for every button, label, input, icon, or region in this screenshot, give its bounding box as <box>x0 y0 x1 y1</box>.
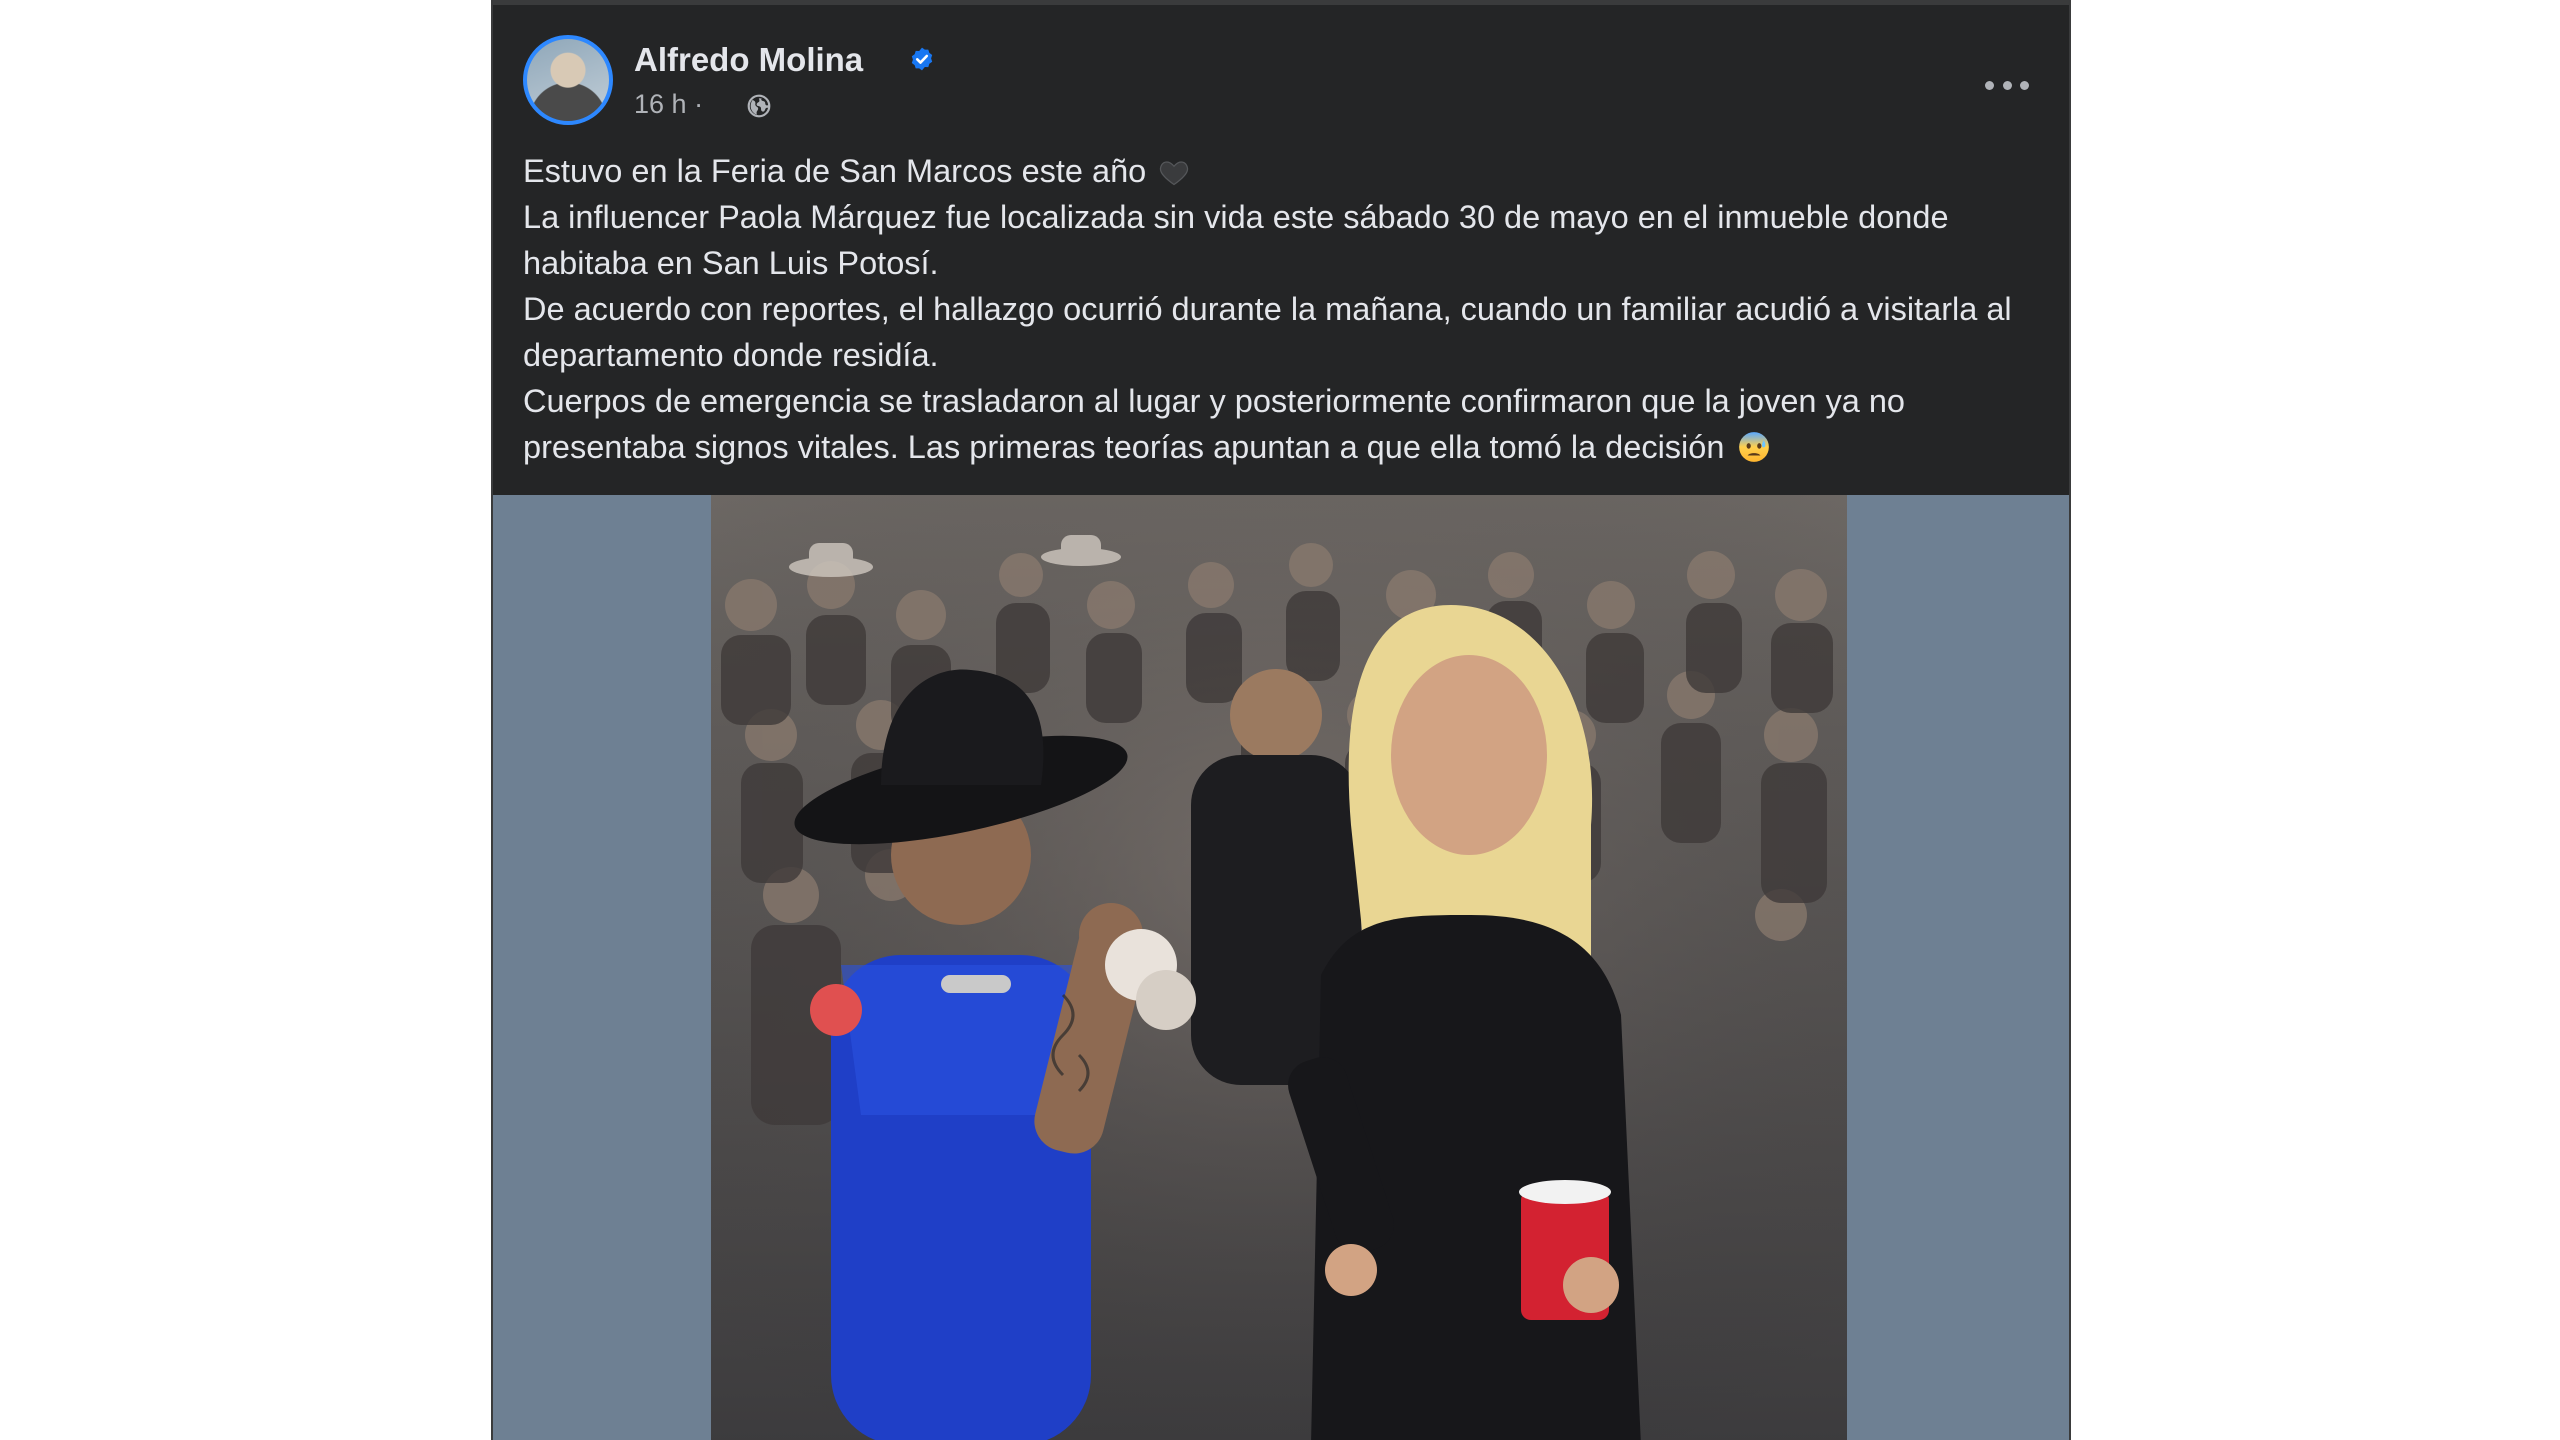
globe-icon[interactable] <box>746 93 772 119</box>
author-avatar[interactable] <box>523 35 613 125</box>
black-heart-emoji <box>1160 161 1189 186</box>
post-line-1: Estuvo en la Feria de San Marcos este añ… <box>523 148 2043 194</box>
post-line-3: De acuerdo con reportes, el hallazgo ocu… <box>523 291 2012 373</box>
post-line-4: Cuerpos de emergencia se trasladaron al … <box>523 383 1906 465</box>
photo-illustration <box>711 495 1847 1440</box>
post-line-2: La influencer Paola Márquez fue localiza… <box>523 199 1949 281</box>
post-timestamp[interactable]: 16 h <box>634 89 687 119</box>
post-text: Estuvo en la Feria de San Marcos este añ… <box>523 148 2043 470</box>
post-media[interactable] <box>493 495 2069 1440</box>
more-options-button[interactable] <box>1985 75 2029 95</box>
more-options-icon <box>1985 80 1994 90</box>
post-photo[interactable] <box>711 495 1847 1440</box>
meta-separator: · <box>694 89 704 119</box>
facebook-post-card: Alfredo Molina 16 h · Estuvo en la Feria… <box>491 0 2071 1440</box>
verified-badge-icon <box>911 47 933 71</box>
post-header: Alfredo Molina 16 h · <box>523 35 2039 135</box>
anxious-face-emoji <box>1739 432 1770 462</box>
author-name[interactable]: Alfredo Molina <box>634 41 863 79</box>
post-meta: 16 h · <box>634 89 703 120</box>
